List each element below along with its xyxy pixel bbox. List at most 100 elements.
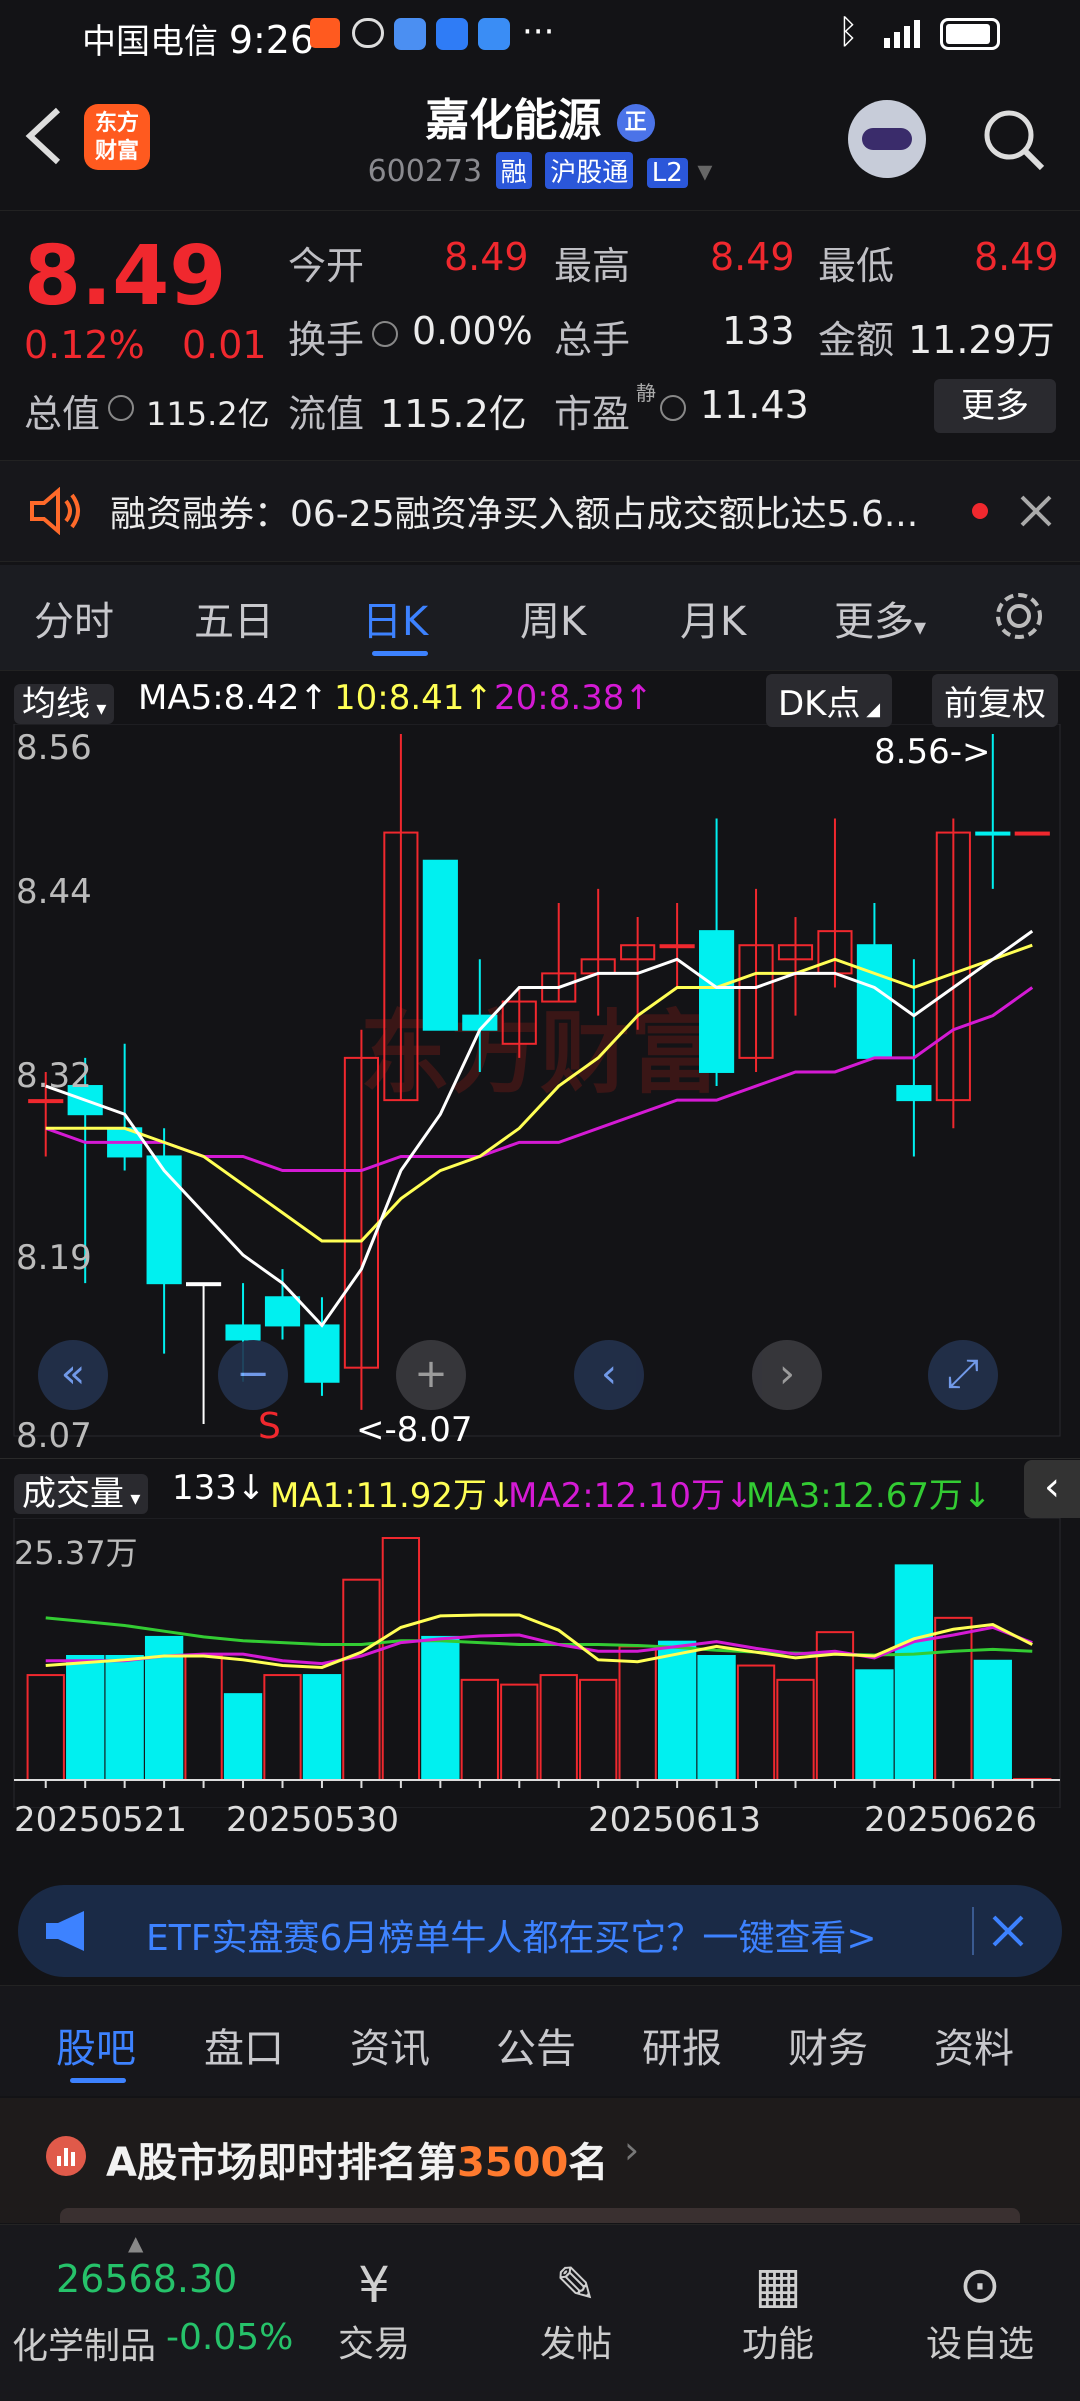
candle-body: [1014, 831, 1050, 836]
tab-daily-k[interactable]: 日K: [362, 589, 428, 647]
volume-label: 总手: [554, 318, 631, 362]
double-left-icon[interactable]: «: [38, 1340, 108, 1410]
fullscreen-icon[interactable]: ⤢: [928, 1340, 998, 1410]
caret-up-icon: ▲: [128, 2231, 144, 2255]
dropdown-icon[interactable]: ▾: [697, 154, 712, 189]
rank-progress: [60, 2208, 1020, 2223]
index-name[interactable]: 化学制品: [12, 2317, 156, 2369]
chevron-right-icon[interactable]: ›: [752, 1340, 822, 1410]
tag-margin: 融: [495, 152, 532, 189]
volume-bar: [934, 1616, 973, 1781]
total-value: 115.2亿: [146, 395, 270, 433]
bottom-bar: ▲ 26568.30 化学制品 -0.05% ¥ 交易 ✎ 发帖 ▦ 功能 ⊙ 设自选: [0, 2224, 1080, 2401]
volume-bar: [855, 1669, 894, 1782]
last-price: 8.49: [24, 229, 227, 324]
chevron-left-icon[interactable]: ‹: [574, 1340, 644, 1410]
arrow-up-icon: ↑: [299, 678, 328, 718]
app-notify-icon: [310, 18, 340, 48]
zoom-out-icon[interactable]: −: [218, 1340, 288, 1410]
vol-ma3-legend: MA3:12.67万↓: [746, 1476, 992, 1516]
pe-value: 11.43: [700, 383, 809, 427]
x-date-label: 20250530: [226, 1800, 400, 1840]
candlestick-chart[interactable]: 东方财富: [0, 724, 1080, 1444]
forward-adjust-button[interactable]: 前复权: [932, 674, 1058, 727]
tab-weekly-k[interactable]: 周K: [520, 589, 586, 647]
tab-five-day[interactable]: 五日: [194, 589, 274, 647]
candle-body: [146, 1155, 182, 1285]
gear-icon[interactable]: [990, 587, 1048, 645]
search-icon[interactable]: [982, 108, 1046, 172]
collapse-panel-icon[interactable]: ‹: [1024, 1460, 1080, 1518]
trade-button[interactable]: ¥ 交易: [314, 2255, 434, 2367]
etf-banner[interactable]: ETF实盘赛6月榜单牛人都在买它？一键查看>: [18, 1885, 1062, 1977]
speaker-icon: [30, 487, 80, 535]
float-value: 115.2亿: [380, 392, 527, 436]
unread-dot: [972, 503, 988, 519]
x-date-label: 20250521: [14, 1800, 188, 1840]
info-icon[interactable]: [660, 395, 686, 421]
close-icon[interactable]: [1018, 493, 1054, 529]
yen-cycle-icon: ¥: [358, 2256, 390, 2314]
tab-pankou[interactable]: 盘口: [204, 2016, 284, 2074]
candle-body: [304, 1324, 340, 1383]
clock: 9:26: [228, 18, 315, 62]
tab-research[interactable]: 研报: [642, 2016, 722, 2074]
functions-button[interactable]: ▦ 功能: [718, 2255, 838, 2367]
more-quote-button[interactable]: 更多: [934, 379, 1056, 433]
notice-text: 融资融券：06-25融资净买入额占成交额比达5.6...: [110, 494, 919, 535]
corner-icon: ◢: [860, 699, 881, 720]
volume-bar: [894, 1564, 934, 1781]
low-label: 最低: [818, 244, 895, 288]
tab-guba[interactable]: 股吧: [56, 2016, 136, 2074]
float-value-label: 流值: [288, 392, 365, 436]
pe-static-mark: 静: [636, 381, 656, 405]
margin-notice[interactable]: 融资融券：06-25融资净买入额占成交额比达5.6...: [0, 460, 1080, 562]
market-rank-row[interactable]: A股市场即时排名第3500名 ›: [0, 2098, 1080, 2223]
arrow-down-icon: ↓: [963, 1476, 992, 1516]
period-tabs: 分时 五日 日K 周K 月K 更多▾: [0, 565, 1080, 671]
candle-body: [264, 1296, 301, 1327]
tab-profile[interactable]: 资料: [934, 2016, 1014, 2074]
tab-news[interactable]: 资讯: [350, 2016, 430, 2074]
volume-chart[interactable]: [0, 1518, 1080, 1808]
bluetooth-icon: ᛒ: [838, 12, 859, 52]
volume-bar: [421, 1635, 460, 1781]
tab-more[interactable]: 更多▾: [834, 589, 926, 647]
candle-body: [422, 859, 458, 1031]
tag-connect: 沪股通: [545, 152, 634, 189]
stock-header: 东方 财富 嘉化能源 正 600273 融 沪股通 L2 ▾: [0, 70, 1080, 208]
chevron-down-icon: ▾: [124, 1486, 141, 1510]
active-tab-indicator: [70, 2078, 126, 2083]
zoom-in-icon[interactable]: +: [396, 1340, 466, 1410]
tab-finance[interactable]: 财务: [788, 2016, 868, 2074]
y-tick-label: 8.56: [16, 728, 92, 768]
tab-monthly-k[interactable]: 月K: [680, 589, 746, 647]
index-value[interactable]: 26568.30: [56, 2257, 237, 2301]
y-tick-label: 8.44: [16, 872, 92, 912]
tab-intraday[interactable]: 分时: [34, 589, 114, 647]
volume-bar: [973, 1659, 1012, 1781]
close-icon[interactable]: [990, 1913, 1026, 1949]
y-tick-label: 8.19: [16, 1238, 92, 1278]
divider: [972, 1907, 974, 1955]
info-icon[interactable]: [108, 395, 134, 421]
info-icon[interactable]: [372, 321, 398, 347]
more-circle-icon: ⊙: [959, 2256, 1001, 2314]
low-marker: <-8.07: [356, 1410, 473, 1450]
low-value: 8.49: [974, 235, 1059, 279]
volume-bar: [697, 1654, 736, 1781]
post-button[interactable]: ✎ 发帖: [516, 2255, 636, 2367]
volume-bar: [184, 1654, 223, 1781]
arrow-up-icon: ↑: [624, 678, 653, 718]
volume-bar: [776, 1678, 815, 1781]
volume-bar: [539, 1674, 578, 1781]
ma-select[interactable]: 均线 ▾: [14, 676, 115, 725]
volume-max-label: 25.37万: [14, 1534, 138, 1572]
volume-bar: [26, 1674, 65, 1781]
tab-announcements[interactable]: 公告: [496, 2016, 576, 2074]
dk-point-button[interactable]: DK点 ◢: [766, 674, 893, 727]
volume-select[interactable]: 成交量 ▾: [14, 1466, 149, 1515]
robot-assistant-icon[interactable]: [848, 100, 926, 178]
add-watchlist-button[interactable]: ⊙ 设自选: [920, 2255, 1040, 2367]
edit-icon: ✎: [555, 2256, 597, 2314]
